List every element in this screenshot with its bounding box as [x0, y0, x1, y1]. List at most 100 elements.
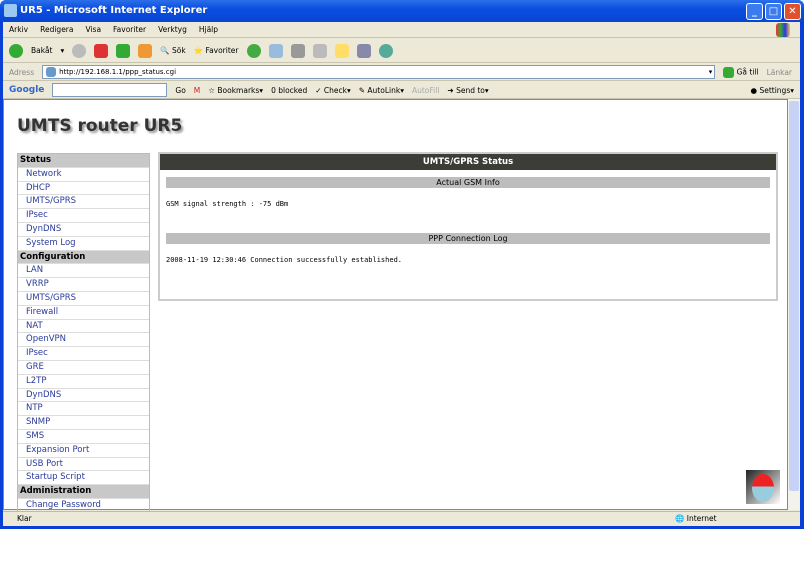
nav-item-ntp[interactable]: NTP	[18, 402, 149, 417]
page-icon	[46, 67, 57, 77]
nav-group-configuration: Configuration	[18, 250, 149, 265]
nav-item-l2tp[interactable]: L2TP	[18, 375, 149, 389]
zone-label: Internet	[686, 514, 717, 523]
panel-title: UMTS/GPRS Status	[160, 154, 776, 170]
nav-item-snmp[interactable]: SNMP	[18, 416, 149, 430]
menu-bar: Arkiv Redigera Visa Favoriter Verktyg Hjälp	[3, 22, 800, 38]
google-toolbar: Google Go M ☆ Bookmarks▾ 0 blocked ✓ Che…	[3, 82, 800, 99]
google-search-input[interactable]	[52, 83, 168, 97]
nav-item-dhcp[interactable]: DHCP	[18, 182, 149, 196]
messenger-icon[interactable]	[378, 43, 393, 58]
menu-verktyg[interactable]: Verktyg	[158, 25, 187, 34]
google-logo: Google	[9, 85, 45, 95]
nav-item-network[interactable]: Network	[18, 168, 149, 182]
nav-group-administration: Administration	[18, 485, 149, 499]
minimize-button[interactable]: _	[746, 3, 763, 20]
bookmarks-button[interactable]: ☆ Bookmarks▾	[208, 86, 263, 95]
nav-item-gre[interactable]: GRE	[18, 361, 149, 375]
menu-favoriter[interactable]: Favoriter	[113, 25, 146, 34]
nav-item-startup-script[interactable]: Startup Script	[18, 471, 149, 486]
search-button[interactable]: 🔍 Sök	[160, 46, 185, 55]
bookmarks-label: Bookmarks	[217, 85, 260, 95]
windows-logo-icon	[776, 22, 790, 37]
nav-item-lan[interactable]: LAN	[18, 264, 149, 279]
menu-hjalp[interactable]: Hjälp	[199, 25, 218, 34]
favorites-label: Favoriter	[205, 46, 239, 55]
popup-blocked[interactable]: 0 blocked	[271, 86, 307, 95]
nav-item-dyndns[interactable]: DynDNS	[18, 389, 149, 403]
toolbar: Bakåt ▾ 🔍 Sök ⭐ Favoriter	[3, 39, 800, 63]
menu-redigera[interactable]: Redigera	[40, 25, 73, 34]
nav-item-vrrp[interactable]: VRRP	[18, 278, 149, 292]
nav-item-nat[interactable]: NAT	[18, 320, 149, 334]
vertical-scrollbar[interactable]	[788, 99, 800, 510]
nav-item-umts-gprs[interactable]: UMTS/GPRS	[18, 292, 149, 306]
nav-item-ipsec-status[interactable]: IPsec	[18, 209, 149, 223]
gsm-info-header: Actual GSM Info	[166, 177, 770, 188]
print-icon[interactable]	[290, 43, 305, 58]
history-icon[interactable]	[246, 43, 261, 58]
go-arrow-icon	[723, 66, 735, 78]
check-label: Check	[323, 85, 347, 95]
browser-window: UR5 - Microsoft Internet Explorer _ □ ✕ …	[0, 0, 804, 529]
vendor-logo	[746, 470, 780, 504]
ie-icon	[4, 4, 17, 17]
address-input[interactable]: http://192.168.1.1/ppp_status.cgi ▾	[42, 65, 716, 79]
ppp-log-header: PPP Connection Log	[166, 233, 770, 244]
edit-icon[interactable]	[312, 43, 327, 58]
close-button[interactable]: ✕	[784, 3, 801, 20]
sendto-label: Send to	[456, 85, 485, 95]
stop-icon[interactable]	[94, 43, 109, 58]
sendto-button[interactable]: ➜ Send to▾	[447, 86, 488, 95]
go-button[interactable]: Gå till	[723, 66, 759, 78]
address-bar: Adress http://192.168.1.1/ppp_status.cgi…	[3, 64, 800, 81]
address-url: http://192.168.1.1/ppp_status.cgi	[59, 68, 177, 76]
nav-item-usb-port[interactable]: USB Port	[18, 458, 149, 472]
address-dropdown-icon[interactable]: ▾	[709, 68, 715, 76]
menu-visa[interactable]: Visa	[85, 25, 101, 34]
nav-item-dyndns-status[interactable]: DynDNS	[18, 223, 149, 237]
nav-group-status: Status	[18, 154, 149, 168]
back-icon[interactable]	[9, 43, 23, 58]
refresh-icon[interactable]	[116, 43, 131, 58]
go-label: Gå till	[736, 67, 759, 76]
favorites-button[interactable]: ⭐ Favoriter	[194, 46, 239, 55]
status-panel: UMTS/GPRS Status Actual GSM Info GSM sig…	[158, 152, 778, 301]
gmail-icon[interactable]: M	[194, 86, 200, 95]
autolink-label: AutoLink	[367, 85, 401, 95]
research-icon[interactable]	[356, 43, 371, 58]
status-bar: Klar 🌐 Internet	[3, 511, 800, 526]
scrollbar-thumb[interactable]	[789, 101, 799, 491]
maximize-button[interactable]: □	[765, 3, 782, 20]
nav-item-openvpn[interactable]: OpenVPN	[18, 333, 149, 348]
nav-item-firewall[interactable]: Firewall	[18, 306, 149, 320]
page-content: UMTS router UR5 Status Network DHCP UMTS…	[3, 99, 788, 514]
search-label: Sök	[172, 46, 186, 55]
nav-item-expansion-port[interactable]: Expansion Port	[18, 444, 149, 458]
status-text: Klar	[17, 514, 32, 523]
back-button[interactable]: Bakåt	[31, 46, 53, 55]
autofill-button[interactable]: AutoFill	[412, 86, 439, 95]
ppp-log-entry: 2008-11-19 12:30:46 Connection successfu…	[166, 256, 403, 264]
settings-button[interactable]: ● Settings▾	[751, 86, 794, 95]
autolink-button[interactable]: ✎ AutoLink▾	[359, 86, 404, 95]
check-button[interactable]: ✓ Check▾	[315, 86, 351, 95]
nav-item-ipsec[interactable]: IPsec	[18, 347, 149, 361]
nav-item-umts-gprs-status[interactable]: UMTS/GPRS	[18, 195, 149, 210]
nav-item-sms[interactable]: SMS	[18, 430, 149, 444]
sidebar-nav: Status Network DHCP UMTS/GPRS IPsec DynD…	[17, 153, 150, 514]
menu-arkiv[interactable]: Arkiv	[9, 25, 28, 34]
title-bar: UR5 - Microsoft Internet Explorer _ □ ✕	[0, 0, 804, 22]
google-go-button[interactable]: Go	[175, 86, 185, 95]
mail-icon[interactable]	[268, 43, 283, 58]
nav-item-system-log[interactable]: System Log	[18, 237, 149, 251]
forward-icon[interactable]	[72, 43, 87, 58]
home-icon[interactable]	[138, 43, 153, 58]
settings-label: Settings	[759, 85, 791, 95]
links-button[interactable]: Länkar	[767, 68, 792, 77]
gsm-signal-strength: GSM signal strength : -75 dBm	[166, 200, 289, 208]
address-label: Adress	[9, 67, 35, 77]
page-title: UMTS router UR5	[17, 116, 183, 136]
zone-indicator: 🌐 Internet	[675, 514, 717, 523]
notes-icon[interactable]	[334, 43, 349, 58]
